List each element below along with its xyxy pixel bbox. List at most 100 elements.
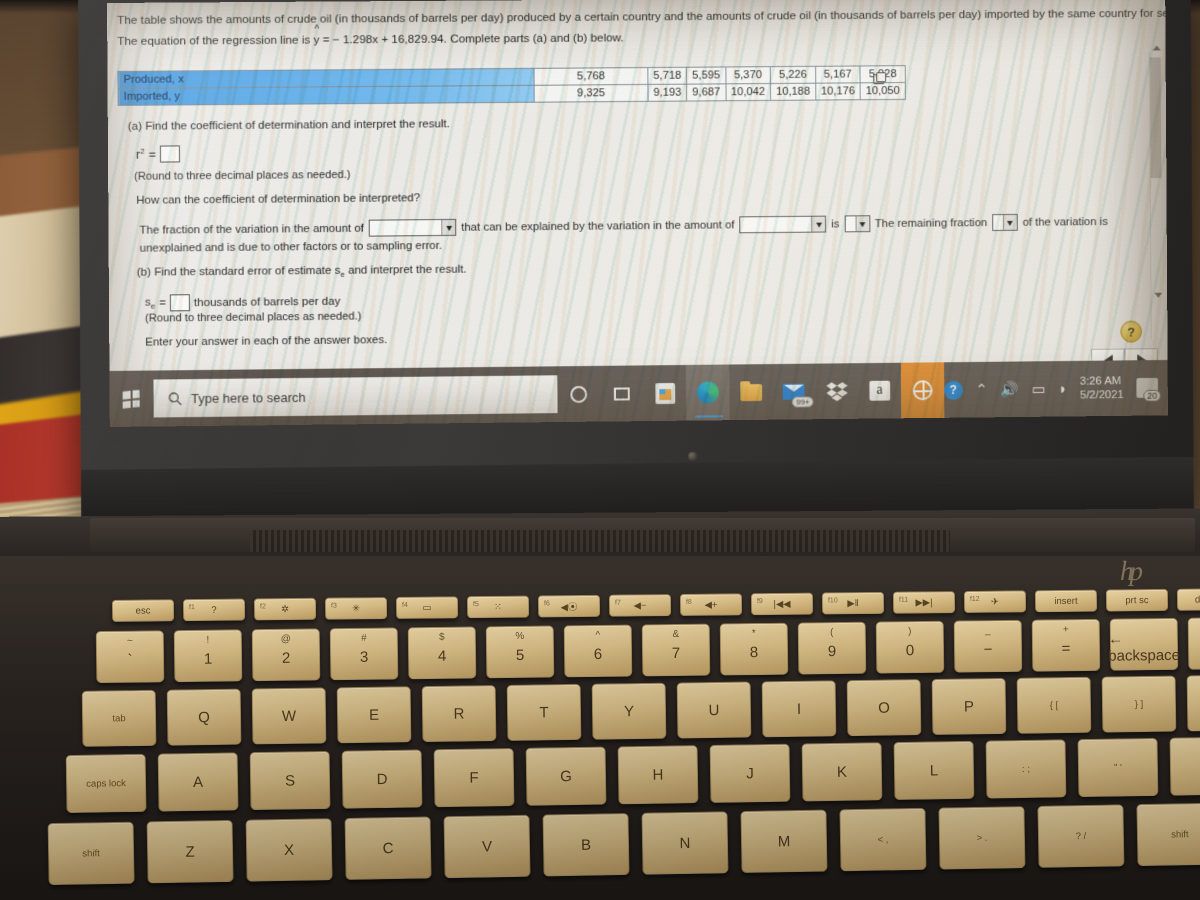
key-fn-13[interactable]: insert	[1034, 589, 1098, 613]
key-P[interactable]: P	[931, 677, 1007, 735]
key-fn-2[interactable]: f2 ✲	[253, 597, 317, 621]
help-button[interactable]: ?	[1120, 320, 1143, 343]
key-7[interactable]: & 7	[641, 623, 711, 677]
key-5[interactable]: % 5	[485, 625, 555, 679]
key-fn-14[interactable]: prt sc	[1105, 588, 1169, 612]
windows-start-icon[interactable]	[109, 371, 153, 427]
key-S[interactable]: S	[249, 750, 331, 811]
key-1[interactable]: ! 1	[173, 629, 243, 683]
microsoft-edge-icon[interactable]	[686, 364, 730, 421]
key-=[interactable]: + =	[1031, 618, 1101, 672]
key-{-[[interactable]: { [	[1016, 676, 1092, 734]
key-fn-0[interactable]: esc	[111, 599, 175, 622]
key-G[interactable]: G	[525, 746, 607, 806]
mail-icon[interactable]: 99+	[772, 364, 815, 420]
key-home[interactable]: home	[1187, 616, 1200, 670]
clock[interactable]: 3:26 AM 5/2/2021	[1080, 374, 1124, 403]
show-hidden-icons-chevron[interactable]: ⌃	[975, 381, 987, 399]
key-2[interactable]: @2	[251, 628, 321, 682]
key-fn-11[interactable]: f11 ▶▶|	[892, 591, 956, 614]
help-circle-icon[interactable]: ?	[943, 380, 963, 400]
key-W[interactable]: W	[251, 687, 327, 745]
key-fn-12[interactable]: f12 ✈	[963, 590, 1027, 613]
key-M[interactable]: M	[740, 809, 828, 874]
key-A[interactable]: A	[157, 752, 239, 812]
key-D[interactable]: D	[341, 749, 423, 809]
interp-dropdown-2[interactable]	[739, 215, 827, 234]
key-shift[interactable]: shift	[1136, 802, 1200, 867]
key-Z[interactable]: Z	[146, 819, 234, 884]
key-↵[interactable]: ↵	[1169, 736, 1200, 796]
browser-globe-icon[interactable]	[900, 362, 945, 419]
key-E[interactable]: E	[336, 686, 412, 744]
key-<-,[interactable]: < ,	[839, 807, 927, 872]
wifi-icon[interactable]: ◗	[1058, 380, 1067, 397]
key-X[interactable]: X	[245, 818, 333, 882]
key-H[interactable]: H	[617, 745, 699, 805]
key-3[interactable]: #3	[329, 627, 399, 681]
key-?-/[interactable]: ? /	[1037, 804, 1125, 868]
key-"-'[interactable]: " '	[1077, 737, 1159, 798]
key->-.[interactable]: > .	[938, 806, 1026, 870]
microsoft-store-icon[interactable]	[643, 365, 686, 421]
key-T[interactable]: T	[506, 683, 582, 741]
key-fn-9[interactable]: f9 |◀◀	[750, 592, 814, 616]
key-|-\[interactable]: | \	[1186, 674, 1200, 732]
dropbox-icon[interactable]	[815, 363, 858, 419]
key-caps-lock[interactable]: caps lock	[65, 753, 147, 814]
key-`[interactable]: ~ `	[95, 630, 165, 684]
key-fn-7[interactable]: f7 ◀−	[608, 594, 672, 617]
key-fn-5[interactable]: f5 ⁙	[466, 595, 530, 619]
key-Y[interactable]: Y	[591, 682, 667, 740]
search-input[interactable]: Type here to search	[153, 375, 558, 418]
key-L[interactable]: L	[893, 740, 975, 801]
key-fn-6[interactable]: f6 ◀⦿	[537, 594, 601, 618]
key-fn-4[interactable]: f4 ▭	[395, 596, 459, 619]
key-9[interactable]: (9	[797, 621, 867, 675]
key-4[interactable]: $4	[407, 626, 477, 680]
key-F[interactable]: F	[433, 747, 515, 808]
volume-icon[interactable]: 🔊	[1000, 380, 1018, 398]
key-O[interactable]: O	[846, 679, 922, 737]
key-:-;[interactable]: : ;	[985, 739, 1067, 799]
key-R[interactable]: R	[421, 685, 497, 743]
key-−[interactable]: _ −	[953, 619, 1023, 673]
key-fn-8[interactable]: f8 ◀+	[679, 593, 743, 616]
file-explorer-icon[interactable]	[729, 364, 772, 420]
r-squared-input[interactable]	[159, 145, 180, 163]
scroll-up-arrow-icon[interactable]	[1152, 45, 1161, 51]
copy-to-clipboard-icon[interactable]	[873, 74, 885, 85]
interp-dropdown-1[interactable]	[368, 218, 457, 237]
key-N[interactable]: N	[641, 811, 729, 875]
key-0[interactable]: ) 0	[875, 620, 945, 674]
interp-dropdown-4[interactable]	[992, 213, 1018, 231]
key-K[interactable]: K	[801, 742, 883, 802]
key-Q[interactable]: Q	[166, 688, 242, 746]
key-}-][interactable]: } ]	[1101, 675, 1177, 733]
key-8[interactable]: * 8	[719, 622, 789, 676]
notifications-icon[interactable]: 20	[1136, 377, 1162, 402]
key-B[interactable]: B	[542, 812, 630, 877]
key-fn-3[interactable]: f3 ✳	[324, 597, 388, 620]
battery-icon[interactable]: ▭	[1032, 380, 1046, 398]
scroll-down-arrow-icon[interactable]	[1154, 292, 1163, 298]
task-view-icon[interactable]	[600, 365, 643, 421]
key-shift[interactable]: shift	[47, 821, 135, 886]
key-6[interactable]: ^ 6	[563, 624, 633, 678]
key-I[interactable]: I	[761, 680, 837, 738]
key-fn-15[interactable]: delete	[1176, 588, 1200, 611]
key-← backspace[interactable]: ← backspace	[1108, 617, 1180, 671]
standard-error-row: se = thousands of barrels per day	[145, 293, 341, 312]
vertical-scrollbar-thumb[interactable]	[1149, 57, 1162, 179]
key-fn-1[interactable]: f1?	[182, 598, 246, 622]
key-V[interactable]: V	[443, 814, 531, 879]
interp-dropdown-3[interactable]	[844, 215, 870, 233]
key-C[interactable]: C	[344, 816, 432, 880]
amazon-icon[interactable]: a	[858, 363, 901, 419]
standard-error-input[interactable]	[169, 294, 190, 312]
key-fn-10[interactable]: f10 ▶‖	[821, 591, 885, 615]
key-J[interactable]: J	[709, 743, 791, 803]
key-tab[interactable]: tab	[81, 689, 157, 747]
cortana-icon[interactable]	[557, 366, 601, 422]
key-U[interactable]: U	[676, 681, 752, 739]
